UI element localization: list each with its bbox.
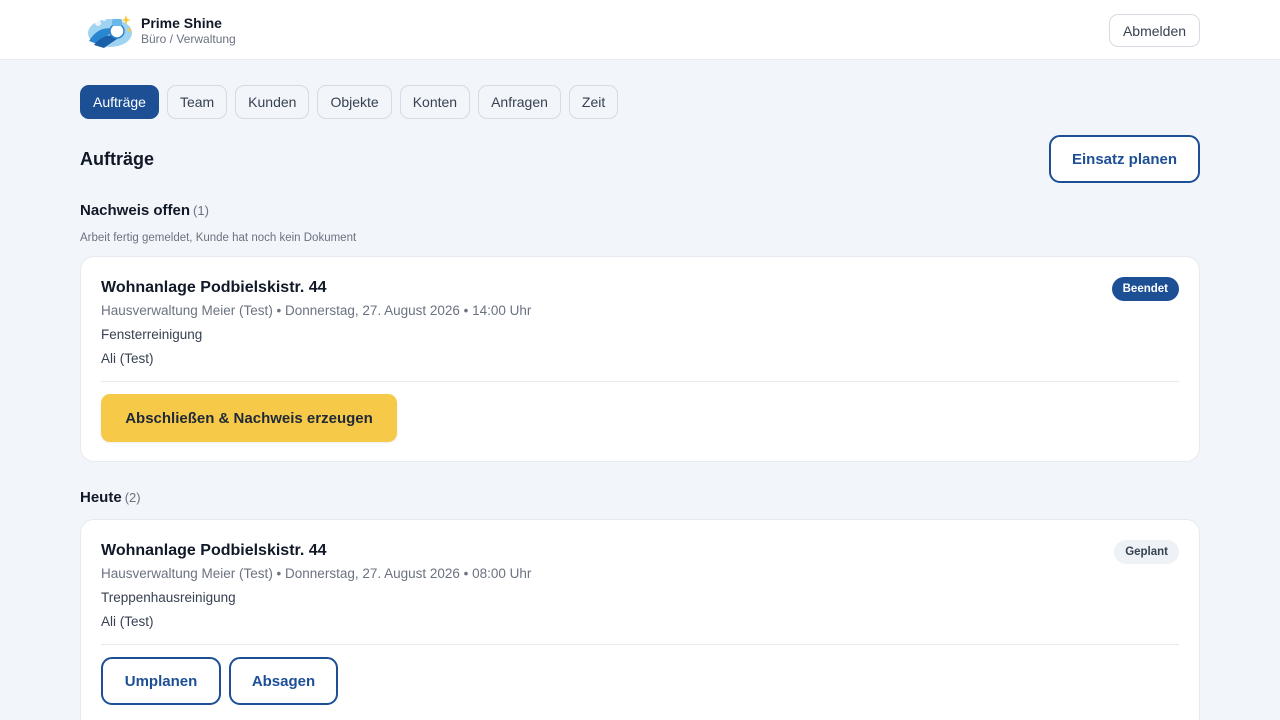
section-subtitle-open: Arbeit fertig gemeldet, Kunde hat noch k… (80, 232, 357, 244)
tab-anfragen[interactable]: Anfragen (478, 85, 561, 119)
tab-auftraege[interactable]: Aufträge (80, 85, 159, 119)
brand-logo[interactable] (86, 11, 134, 49)
reschedule-button[interactable]: Umplanen (101, 657, 221, 705)
order-assignee: Ali (Test) (101, 614, 154, 629)
card-divider (101, 644, 1179, 645)
order-title: Wohnanlage Podbielskistr. 44 (101, 542, 327, 559)
brand-name: Prime Shine (141, 15, 222, 31)
section-title-today-label: Heute (80, 489, 122, 506)
section-title-open: Nachweis offen (1) (80, 202, 209, 219)
tab-konten[interactable]: Konten (399, 85, 471, 119)
page-title: Aufträge (80, 149, 155, 169)
section-title-today: Heute (2) (80, 489, 141, 506)
complete-and-generate-proof-button[interactable]: Abschließen & Nachweis erzeugen (101, 394, 397, 442)
top-bar: Prime Shine Büro / Verwaltung Abmelden (0, 0, 1280, 60)
logout-button[interactable]: Abmelden (1109, 14, 1200, 47)
tab-zeit[interactable]: Zeit (568, 85, 619, 119)
status-badge: Beendet (1111, 277, 1179, 301)
section-open-count: (1) (193, 203, 209, 218)
order-service: Fensterreinigung (101, 327, 203, 342)
plan-assignment-button[interactable]: Einsatz planen (1049, 135, 1200, 183)
brand-subtitle: Büro / Verwaltung (141, 32, 236, 46)
tab-team[interactable]: Team (166, 85, 228, 119)
order-meta: Hausverwaltung Meier (Test) • Donnerstag… (101, 566, 532, 581)
order-card-today: Wohnanlage Podbielskistr. 44 Hausverwalt… (80, 519, 1200, 720)
order-service: Treppenhausreinigung (101, 590, 236, 605)
section-today-count: (2) (124, 490, 141, 505)
card-divider (101, 381, 1179, 382)
section-title-open-label: Nachweis offen (80, 202, 191, 219)
status-badge: Geplant (1114, 540, 1179, 564)
tab-objekte[interactable]: Objekte (317, 85, 392, 119)
tab-kunden[interactable]: Kunden (235, 85, 310, 119)
order-assignee: Ali (Test) (101, 351, 154, 366)
order-title: Wohnanlage Podbielskistr. 44 (101, 279, 327, 296)
order-meta: Hausverwaltung Meier (Test) • Donnerstag… (101, 303, 532, 318)
order-card-open: Wohnanlage Podbielskistr. 44 Hausverwalt… (80, 256, 1200, 462)
cancel-order-button[interactable]: Absagen (229, 657, 338, 705)
main-tabs: Aufträge Team Kunden Objekte Konten Anfr… (80, 85, 619, 119)
